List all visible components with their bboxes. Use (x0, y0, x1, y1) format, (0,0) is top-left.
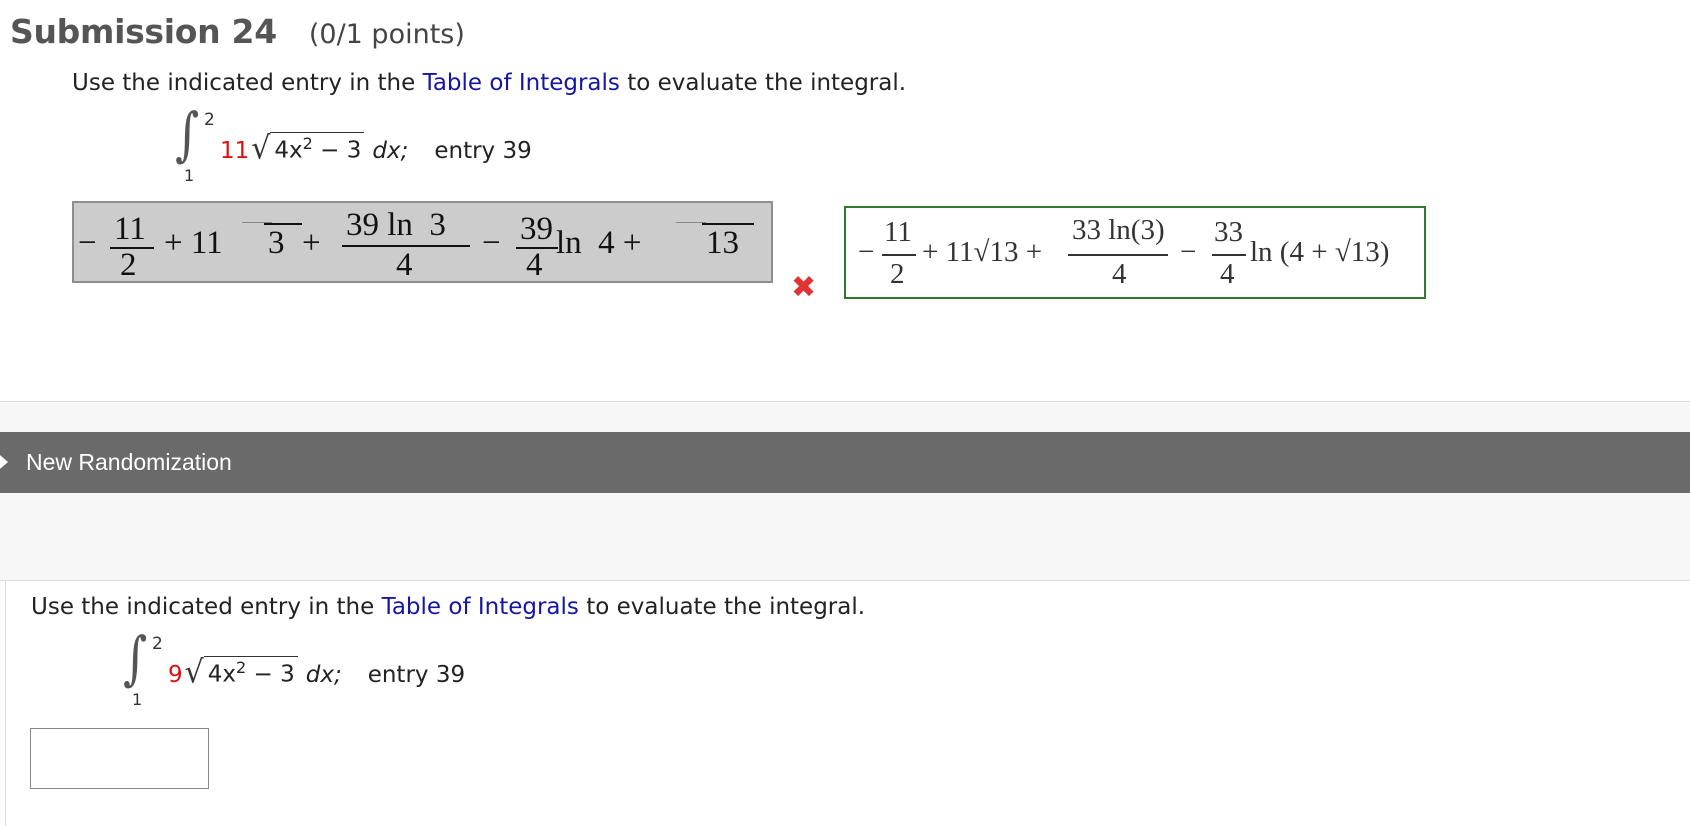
question-1-text: Use the indicated entry in the Table of … (72, 70, 906, 96)
radical-sign-icon: √ (184, 654, 204, 691)
radical-argument-2: 13 (706, 225, 739, 261)
radical-argument-1: 3 (268, 225, 285, 261)
fraction-2-denominator: 4 (396, 247, 413, 283)
integrand: 9 √ 4x2 − 3 dx; entry 39 (168, 656, 465, 688)
fraction-3-numerator: 39 (520, 211, 553, 247)
correct-minus-sign: − (858, 236, 875, 268)
integral-upper-limit: 2 (152, 634, 163, 654)
wrong-x-icon: ✖ (791, 270, 817, 305)
differential: dx; (305, 661, 342, 688)
submission-header: Submission 24 (0/1 points) (10, 12, 465, 51)
radicand: 4x2 − 3 (203, 656, 298, 688)
left-border-rule (5, 581, 6, 826)
integrand: 11 √ 4x2 − 3 dx; entry 39 (220, 132, 532, 164)
new-randomization-bar[interactable]: New Randomization (0, 432, 1690, 493)
correct-fraction-1-numerator: 11 (884, 216, 912, 248)
radical-sign-icon: √ (251, 130, 271, 167)
table-of-integrals-link-1[interactable]: Table of Integrals (423, 70, 620, 96)
correct-fraction-2-denominator: 4 (1112, 258, 1127, 290)
correct-fraction-2-numerator: 33 ln(3) (1072, 214, 1165, 246)
fraction-1-denominator: 2 (120, 247, 137, 283)
square-root: √ 4x2 − 3 (185, 656, 298, 688)
question-2-prefix: Use the indicated entry in the (31, 594, 382, 620)
integral-lower-limit: 1 (184, 166, 195, 185)
submission-points: (0/1 points) (308, 19, 465, 50)
integral-sign: ∫ (175, 100, 200, 168)
minus-sign-2: − (482, 225, 501, 261)
table-of-integrals-link-2[interactable]: Table of Integrals (382, 594, 579, 620)
entry-label: entry 39 (367, 661, 466, 688)
question-1-suffix: to evaluate the integral. (619, 70, 907, 96)
integral-upper-limit: 2 (204, 110, 215, 130)
fraction-1-numerator: 11 (114, 211, 146, 247)
fraction-2-numerator: 39 ln 3 (346, 207, 446, 243)
ln-term: ln 4 + (556, 225, 642, 261)
correct-ln-term: ln (4 + √13) (1250, 236, 1390, 268)
radicand: 4x2 − 3 (270, 132, 365, 164)
correct-fraction-1-denominator: 2 (890, 258, 905, 290)
differential: dx; (372, 137, 409, 164)
question-2-suffix: to evaluate the integral. (578, 594, 866, 620)
plus-sign: + (302, 225, 321, 261)
correct-fraction-2-bar (1068, 254, 1168, 256)
expand-arrow-icon[interactable] (0, 450, 8, 474)
square-root: √ 4x2 − 3 (251, 130, 365, 167)
correct-fraction-3-numerator: 33 (1214, 216, 1243, 248)
question-1-prefix: Use the indicated entry in the (72, 70, 423, 96)
term-2: + 11 (164, 225, 223, 261)
submission-title: Submission 24 (10, 12, 277, 51)
correct-minus-sign-2: − (1180, 236, 1197, 268)
integral-sign: ∫ (123, 624, 148, 692)
integrand-coefficient: 9 (168, 661, 183, 688)
minus-sign: − (78, 225, 97, 261)
section-divider-bottom (0, 580, 1690, 581)
answer-input[interactable] (30, 728, 209, 789)
correct-fraction-3-bar (1212, 254, 1246, 256)
submitted-answer-box: − 11 2 + 11 3 + 39 ln 3 4 − 39 4 ln 4 + … (72, 201, 773, 283)
integral-lower-limit: 1 (132, 690, 143, 709)
integrand-coefficient: 11 (220, 137, 250, 164)
correct-answer-box: − 11 2 + 11√13 + 33 ln(3) 4 − 33 4 ln (4… (844, 206, 1426, 299)
entry-label: entry 39 (434, 137, 532, 164)
submitted-answer-expression: − 11 2 + 11 3 + 39 ln 3 4 − 39 4 ln 4 + … (74, 203, 771, 283)
new-randomization-label[interactable]: New Randomization (26, 449, 232, 476)
correct-answer-expression: − 11 2 + 11√13 + 33 ln(3) 4 − 33 4 ln (4… (846, 208, 1424, 297)
fraction-3-denominator: 4 (526, 247, 543, 283)
correct-fraction-1-bar (882, 254, 916, 256)
correct-term-2: + 11√13 + (922, 236, 1043, 268)
question-2-text: Use the indicated entry in the Table of … (31, 594, 865, 620)
correct-fraction-3-denominator: 4 (1220, 258, 1235, 290)
